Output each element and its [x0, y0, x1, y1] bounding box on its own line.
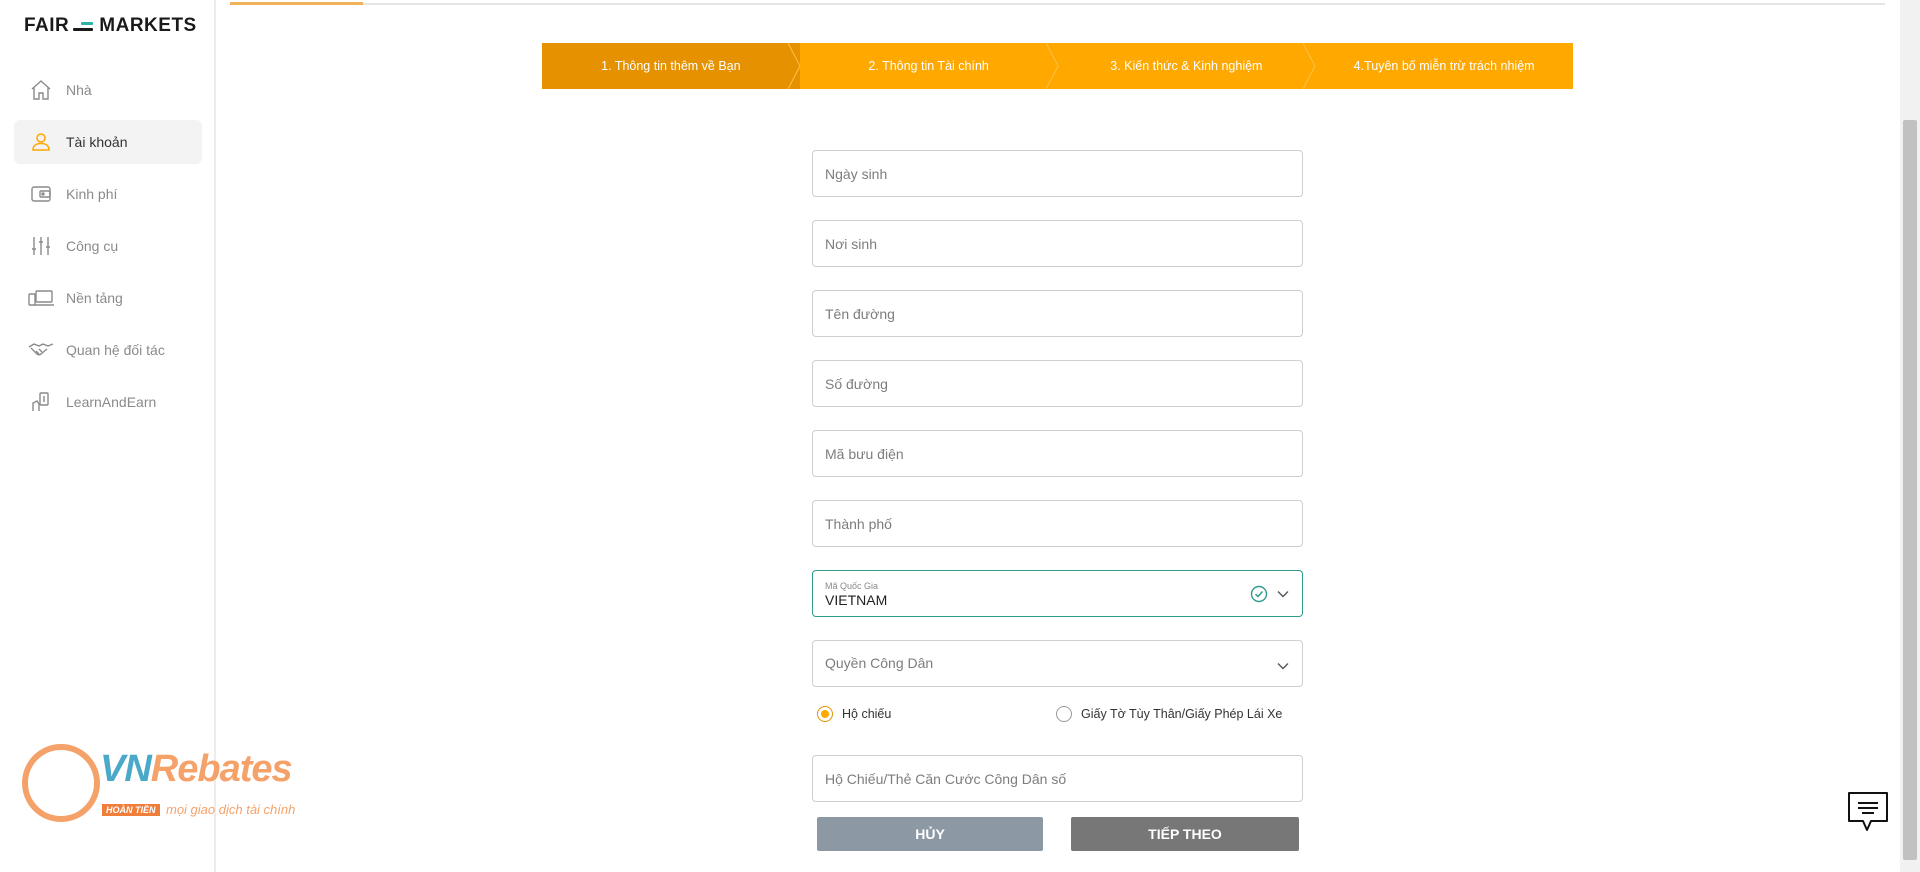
id-number-input[interactable]: [813, 756, 1302, 801]
id-number-field: [812, 755, 1303, 802]
cancel-button[interactable]: HỦY: [817, 817, 1043, 851]
step-chevron-icon: [1045, 43, 1059, 89]
wallet-icon: [28, 181, 54, 207]
street-number-input[interactable]: [813, 361, 1302, 406]
country-code-value: VIETNAM: [825, 592, 888, 608]
step-3[interactable]: 3. Kiến thức & Kinh nghiệm: [1058, 43, 1316, 89]
chevron-down-icon: [1277, 663, 1289, 670]
step-label: 2. Thông tin Tài chính: [868, 59, 989, 73]
sidebar-item-platforms[interactable]: Nền tảng: [14, 276, 202, 320]
sidebar-item-label: Nền tảng: [66, 290, 123, 306]
chat-button[interactable]: [1845, 789, 1891, 835]
street-number-field: [812, 360, 1303, 407]
step-4[interactable]: 4.Tuyên bố miễn trừ trách nhiệm: [1315, 43, 1573, 89]
street-name-input[interactable]: [813, 291, 1302, 336]
birth-place-field: [812, 220, 1303, 267]
sliders-icon: [28, 233, 54, 259]
city-input[interactable]: [813, 501, 1302, 546]
top-tab-indicator: [230, 2, 363, 5]
step-1[interactable]: 1. Thông tin thêm về Bạn: [542, 43, 801, 89]
birth-date-input[interactable]: [813, 151, 1302, 196]
scrollbar-thumb[interactable]: [1903, 120, 1917, 860]
sidebar: FAIR MARKETS Nhà Tài khoản Kinh phí Công…: [0, 0, 216, 872]
home-icon: [28, 77, 54, 103]
sidebar-item-label: Công cụ: [66, 238, 119, 254]
page-scrollbar[interactable]: [1900, 0, 1920, 872]
step-2[interactable]: 2. Thông tin Tài chính: [800, 43, 1059, 89]
sidebar-item-account[interactable]: Tài khoản: [14, 120, 202, 164]
vnrebates-watermark: VNRebates HOÀN TIỀN mọi giao dịch tài ch…: [22, 744, 322, 826]
watermark-slogan: mọi giao dịch tài chính: [166, 802, 296, 817]
sidebar-item-learnandearn[interactable]: LearnAndEarn: [14, 380, 202, 424]
street-name-field: [812, 290, 1303, 337]
postal-code-field: [812, 430, 1303, 477]
form-actions: HỦY TIẾP THEO: [817, 817, 1299, 851]
birth-place-input[interactable]: [813, 221, 1302, 266]
top-divider: [230, 3, 1885, 5]
logo-text-left: FAIR: [24, 15, 70, 36]
radio-label: Giấy Tờ Tùy Thân/Giấy Phép Lái Xe: [1081, 707, 1283, 721]
step-chevron-icon: [1303, 43, 1316, 89]
vnrebates-logo-icon: [22, 744, 100, 822]
birth-date-field: [812, 150, 1303, 197]
next-button[interactable]: TIẾP THEO: [1071, 817, 1299, 851]
step-label: 3. Kiến thức & Kinh nghiệm: [1110, 59, 1263, 73]
logo-mark-icon: [73, 19, 95, 33]
handshake-icon: [28, 337, 54, 363]
id-type-radio-group: Hộ chiếu Giấy Tờ Tùy Thân/Giấy Phép Lái …: [812, 706, 1303, 728]
watermark-tag: HOÀN TIỀN: [102, 804, 160, 816]
radio-dot: [817, 706, 833, 722]
fairmarkets-logo[interactable]: FAIR MARKETS: [24, 15, 197, 37]
radio-id-card[interactable]: Giấy Tờ Tùy Thân/Giấy Phép Lái Xe: [1056, 706, 1282, 722]
city-field: [812, 500, 1303, 547]
devices-icon: [28, 285, 54, 311]
watermark-brand: VNRebates: [100, 748, 293, 790]
logo-text-right: MARKETS: [99, 15, 197, 36]
radio-label: Hộ chiếu: [842, 707, 892, 721]
chat-bubble-icon: [1848, 792, 1888, 831]
sidebar-item-home[interactable]: Nhà: [14, 68, 202, 112]
citizenship-select[interactable]: Quyền Công Dân: [812, 640, 1303, 687]
sidebar-item-label: Quan hệ đối tác: [66, 342, 165, 358]
sidebar-item-partnership[interactable]: Quan hệ đối tác: [14, 328, 202, 372]
sidebar-item-label: LearnAndEarn: [66, 394, 157, 410]
radio-passport[interactable]: Hộ chiếu: [817, 706, 891, 722]
step-label: 4.Tuyên bố miễn trừ trách nhiệm: [1353, 59, 1535, 73]
registration-stepper: 1. Thông tin thêm về Bạn 2. Thông tin Tà…: [542, 43, 1573, 89]
country-code-label: Mã Quốc Gia: [825, 581, 879, 591]
citizenship-placeholder: Quyền Công Dân: [825, 655, 934, 671]
country-code-select[interactable]: Mã Quốc Gia VIETNAM: [812, 570, 1303, 617]
postal-code-input[interactable]: [813, 431, 1302, 476]
personal-info-form: Mã Quốc Gia VIETNAM Quyền Công Dân Hộ ch…: [812, 150, 1303, 825]
chevron-down-icon: [1277, 591, 1289, 598]
sidebar-item-label: Kinh phí: [66, 186, 118, 202]
sidebar-item-funds[interactable]: Kinh phí: [14, 172, 202, 216]
sidebar-item-tools[interactable]: Công cụ: [14, 224, 202, 268]
radio-dot: [1056, 706, 1072, 722]
money-hand-icon: [28, 389, 54, 415]
sidebar-nav: Nhà Tài khoản Kinh phí Công cụ Nền tảng: [14, 68, 202, 432]
user-icon: [28, 129, 54, 155]
step-label: 1. Thông tin thêm về Bạn: [601, 59, 741, 73]
sidebar-item-label: Nhà: [66, 82, 92, 98]
check-circle-icon: [1250, 585, 1268, 603]
step-chevron-icon: [787, 43, 801, 89]
sidebar-item-label: Tài khoản: [66, 134, 128, 150]
